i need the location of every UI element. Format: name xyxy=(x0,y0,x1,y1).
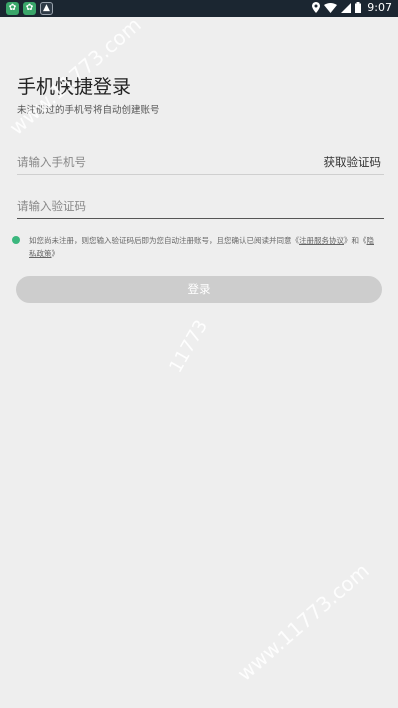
page-subtitle: 未注册过的手机号将自动创建账号 xyxy=(17,105,160,116)
system-status: 9:07 xyxy=(312,1,392,14)
login-button[interactable]: 登录 xyxy=(16,276,382,303)
code-field xyxy=(17,196,384,219)
agreement-text: 如您尚未注册，则您输入验证码后即为您自动注册账号，且您确认已阅读并同意《注册服务… xyxy=(29,234,374,260)
phone-input[interactable] xyxy=(17,152,297,172)
wifi-icon xyxy=(324,2,338,13)
download-notification-icon: ▲ xyxy=(40,2,53,15)
service-agreement-link[interactable]: 注册服务协议 xyxy=(299,236,344,245)
clock: 9:07 xyxy=(367,1,392,14)
notification-icons: ✿ ✿ ▲ xyxy=(6,2,53,15)
agreement-mid: 》和《 xyxy=(344,236,367,245)
watermark: 11773 xyxy=(165,316,213,377)
watermark: www.11773.com xyxy=(232,558,374,686)
app-notification-icon: ✿ xyxy=(6,2,19,15)
app-notification-icon: ✿ xyxy=(23,2,36,15)
get-code-button[interactable]: 获取验证码 xyxy=(324,154,382,170)
phone-field: 获取验证码 xyxy=(17,152,384,175)
agree-check-icon[interactable] xyxy=(12,236,20,244)
agreement-prefix: 如您尚未注册，则您输入验证码后即为您自动注册账号，且您确认已阅读并同意《 xyxy=(29,236,299,245)
signal-icon xyxy=(341,2,352,13)
status-bar: ✿ ✿ ▲ 9:07 xyxy=(0,0,398,17)
page-title: 手机快捷登录 xyxy=(17,76,132,98)
location-icon xyxy=(312,2,321,13)
code-input[interactable] xyxy=(17,196,297,216)
agreement-suffix: 》 xyxy=(51,249,60,258)
battery-icon xyxy=(355,2,362,13)
